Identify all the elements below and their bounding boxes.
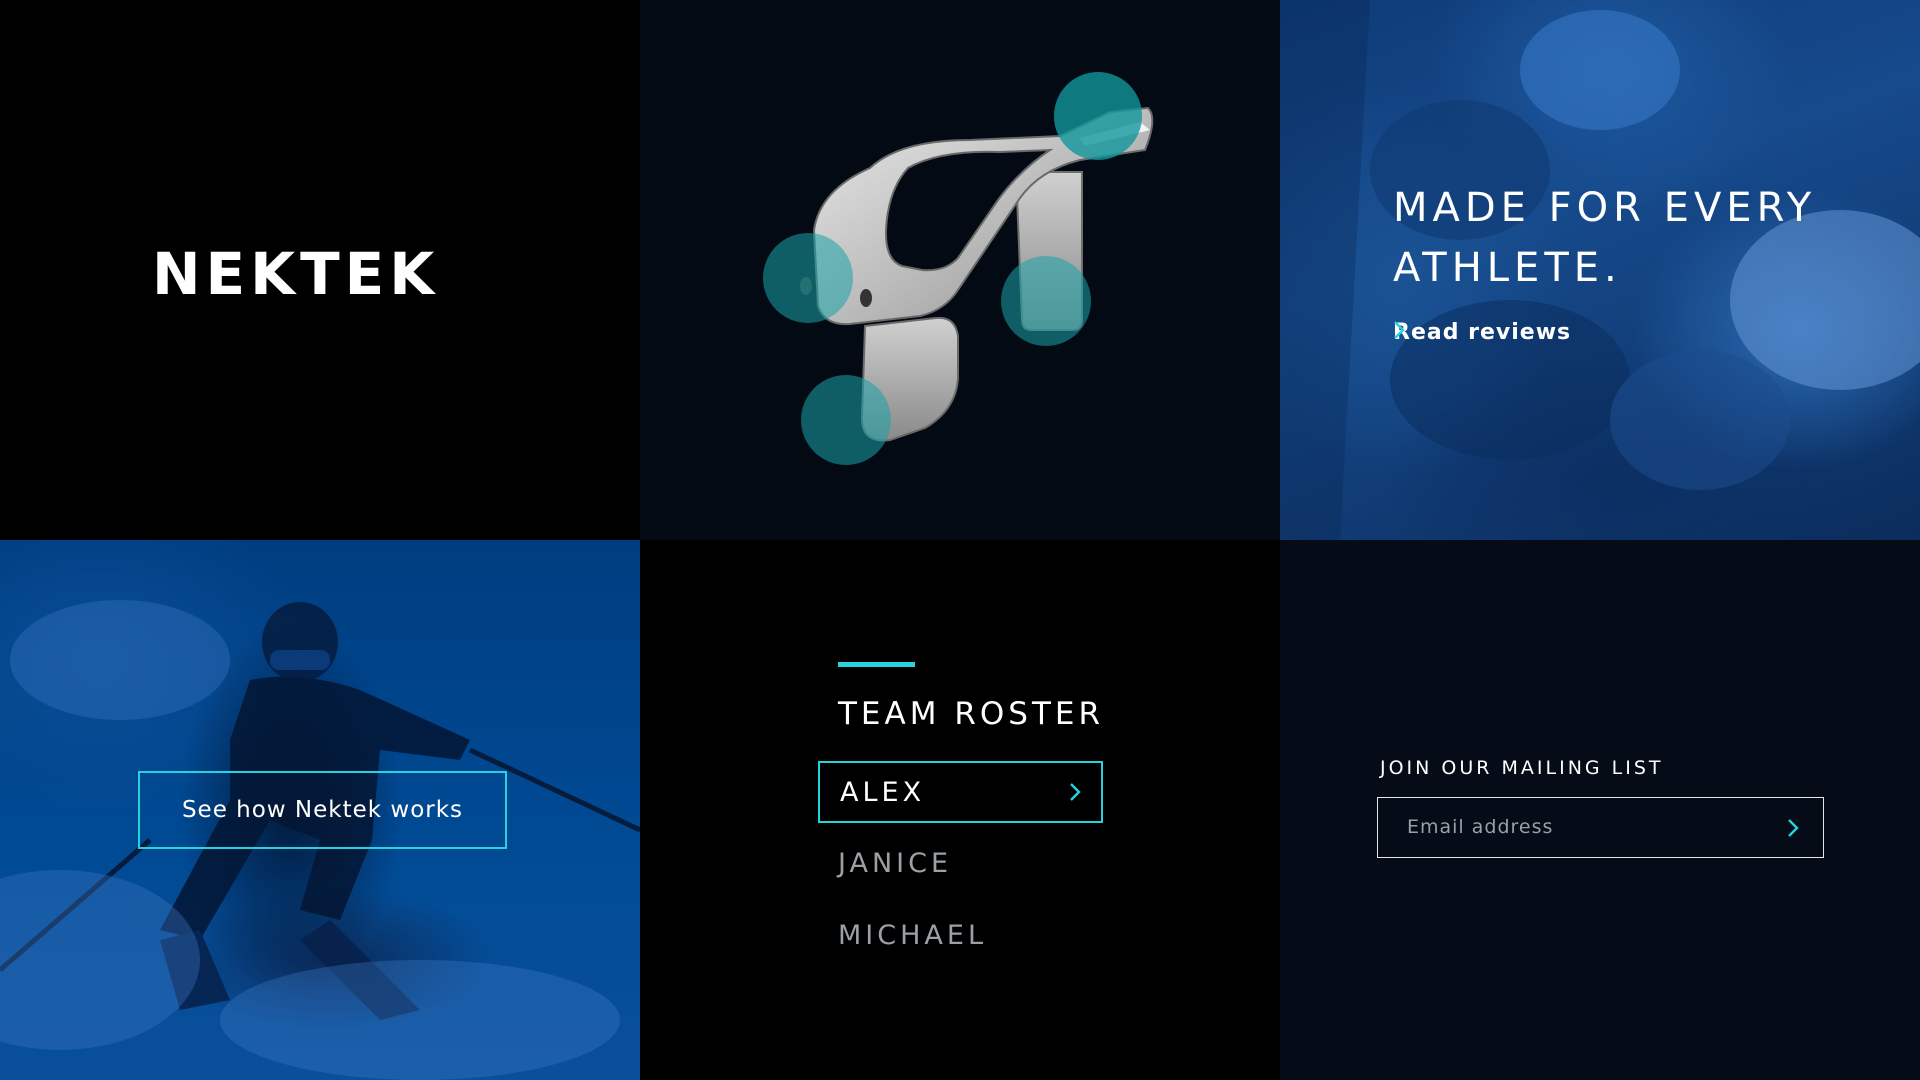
contact-point-left — [763, 233, 853, 323]
product-tile — [640, 0, 1280, 540]
roster-item-alex[interactable]: ALEX — [818, 761, 1103, 823]
read-reviews-link[interactable]: Read reviews — [1393, 320, 1571, 345]
tile-grid: NEKTEK MADE FOR EVERY ATHLETE. Read revi… — [0, 0, 1920, 1080]
accent-bar — [838, 662, 915, 667]
submit-chevron-icon[interactable] — [1785, 817, 1801, 839]
see-how-it-works-button[interactable]: See how Nektek works — [138, 771, 507, 849]
logo-tile: NEKTEK — [0, 0, 640, 540]
mailing-tile: JOIN OUR MAILING LIST — [1280, 540, 1920, 1080]
roster-title: TEAM ROSTER — [838, 696, 1105, 732]
contact-point-bottom — [801, 375, 891, 465]
see-how-it-works-label: See how Nektek works — [181, 797, 464, 823]
chevron-right-icon — [1394, 321, 1405, 339]
roster-item-label: ALEX — [840, 776, 926, 808]
skier-tile: See how Nektek works — [0, 540, 640, 1080]
roster-item-michael[interactable]: MICHAEL — [838, 920, 987, 951]
brand-logo: NEKTEK — [152, 240, 440, 308]
email-field-box — [1377, 797, 1824, 858]
roster-item-janice[interactable]: JANICE — [838, 848, 952, 879]
athlete-tile: MADE FOR EVERY ATHLETE. Read reviews — [1280, 0, 1920, 540]
hero-headline: MADE FOR EVERY ATHLETE. — [1393, 185, 1817, 291]
contact-point-right — [1001, 256, 1091, 346]
email-field[interactable] — [1378, 798, 1758, 856]
chevron-right-icon — [1070, 783, 1081, 801]
roster-tile: TEAM ROSTER ALEX JANICE MICHAEL — [640, 540, 1280, 1080]
neck-brace-illustration — [763, 72, 1154, 465]
mailing-list-label: JOIN OUR MAILING LIST — [1380, 757, 1664, 779]
read-reviews-label: Read reviews — [1393, 320, 1572, 345]
